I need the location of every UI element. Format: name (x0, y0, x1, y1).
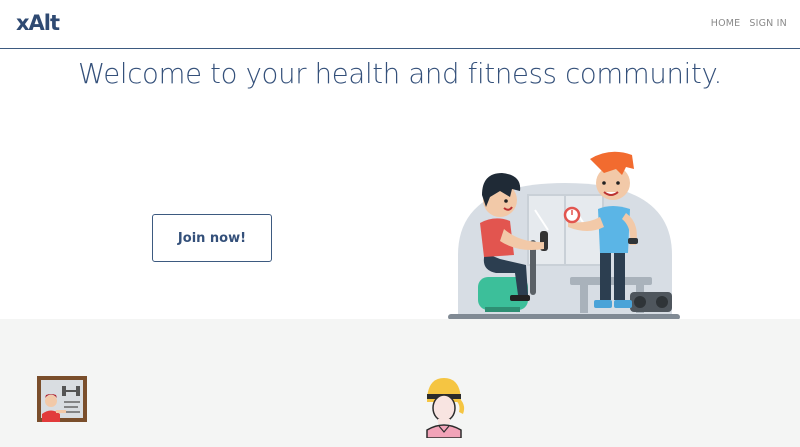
gym-trainer-illustration (448, 151, 680, 320)
features-section (0, 319, 800, 447)
female-member-avatar-icon (426, 378, 465, 438)
hero-title: Welcome to your health and fitness commu… (78, 58, 722, 90)
nav-links: HOME SIGN IN (711, 18, 787, 29)
join-now-button[interactable]: Join now! (152, 214, 272, 262)
brand-logo[interactable]: xAlt (16, 11, 60, 35)
navbar: xAlt HOME SIGN IN (0, 0, 800, 49)
nav-signin-link[interactable]: SIGN IN (749, 18, 787, 29)
nav-home-link[interactable]: HOME (711, 18, 741, 29)
trainer-whiteboard-icon (37, 376, 87, 422)
